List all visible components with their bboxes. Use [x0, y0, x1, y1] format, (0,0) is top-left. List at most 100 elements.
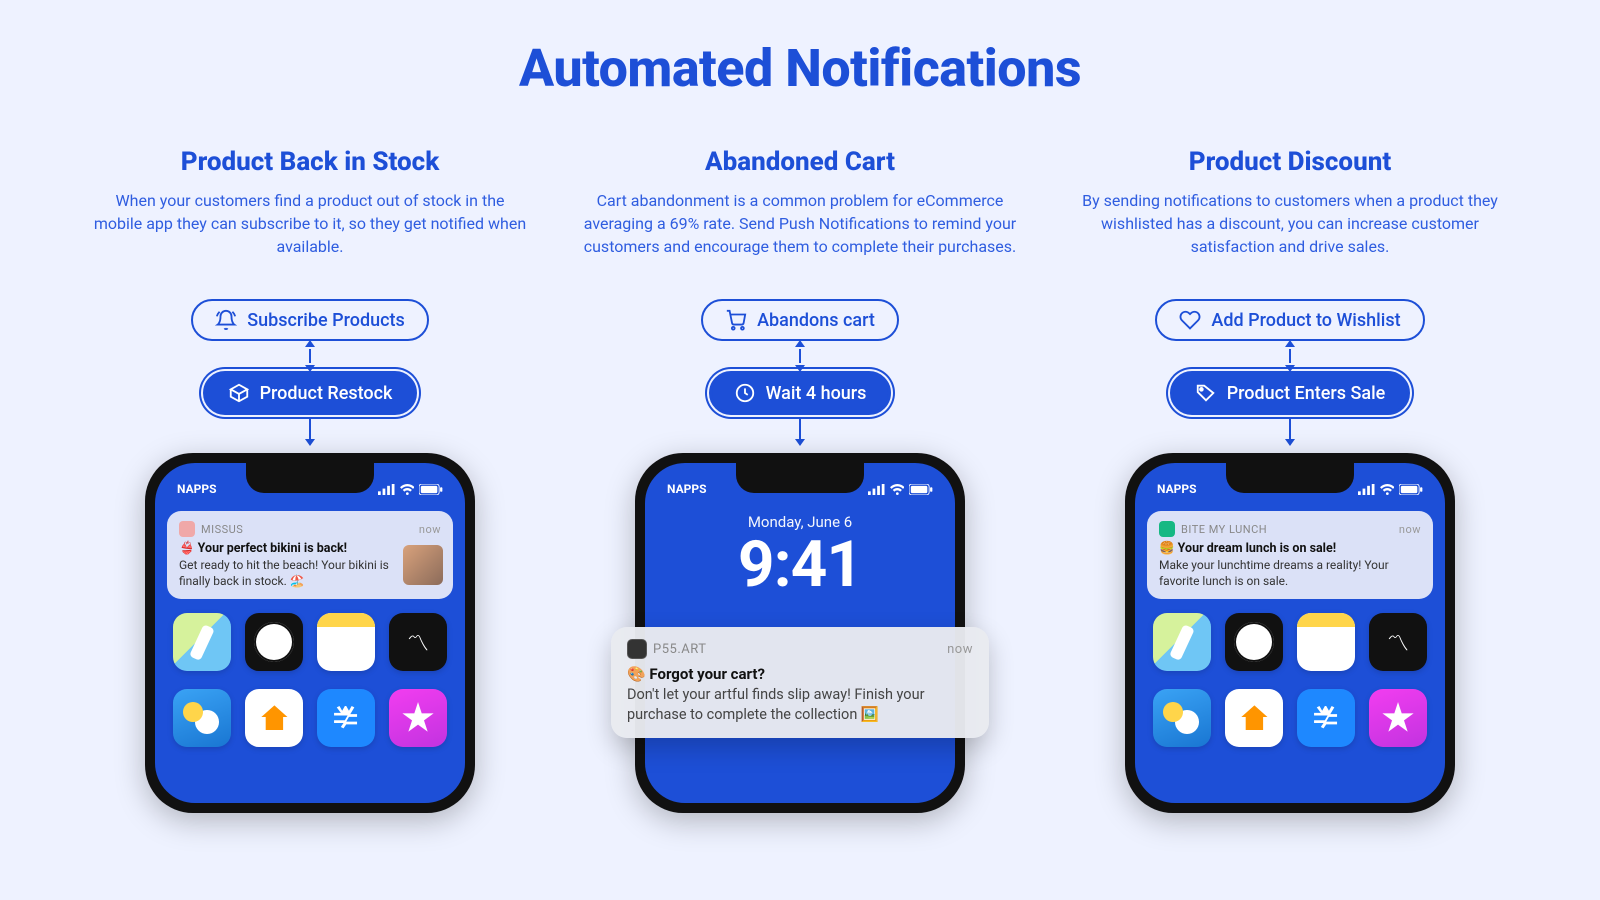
notification-thumbnail	[403, 545, 443, 585]
battery-icon	[909, 484, 933, 495]
column-title: Product Discount	[1189, 147, 1391, 177]
pill-label: Subscribe Products	[247, 310, 405, 331]
phone-wrapper: NAPPS Monday, June 6 9:41	[635, 445, 965, 813]
phone-notch	[1226, 463, 1354, 493]
wifi-icon	[400, 484, 415, 495]
notification-time: now	[419, 523, 441, 536]
pill-label: Product Restock	[260, 383, 393, 404]
signal-icon	[868, 484, 885, 495]
notification-title: 🍔 Your dream lunch is on sale!	[1159, 541, 1421, 556]
app-icon-home	[1225, 689, 1283, 747]
pill-label: Abandons cart	[757, 310, 875, 331]
notification-title: 👙 Your perfect bikini is back!	[179, 541, 441, 556]
flow-connector	[1289, 415, 1291, 445]
wifi-icon	[890, 484, 905, 495]
phone-notch	[736, 463, 864, 493]
pill-wait-4-hours: Wait 4 hours	[709, 371, 892, 415]
notification-body: Make your lunchtime dreams a reality! Yo…	[1159, 558, 1421, 589]
clock-icon	[734, 382, 756, 404]
pill-label: Wait 4 hours	[766, 383, 867, 404]
flow-connector	[309, 341, 311, 371]
notification-time: now	[1399, 523, 1421, 536]
lock-screen-time: 9:41	[657, 527, 943, 602]
app-icon-stocks: 〽	[1369, 613, 1427, 671]
column-description: When your customers find a product out o…	[90, 189, 530, 283]
flow-connector	[799, 341, 801, 371]
app-icon-clock	[1225, 613, 1283, 671]
flow-connector	[309, 415, 311, 445]
bell-icon	[215, 309, 237, 331]
notification-card: BITE MY LUNCH now 🍔 Your dream lunch is …	[1147, 511, 1433, 599]
phone-mockup: NAPPS BITE MY LUNCH now 🍔	[1125, 453, 1455, 813]
pill-abandons-cart: Abandons cart	[701, 299, 899, 341]
app-icon-weather	[1153, 689, 1211, 747]
status-indicators	[1358, 484, 1423, 495]
app-grid: 〽 ★	[167, 613, 453, 747]
signal-icon	[1358, 484, 1375, 495]
signal-icon	[378, 484, 395, 495]
app-icon-notes	[317, 613, 375, 671]
notification-title: 🎨 Forgot your cart?	[627, 665, 973, 683]
app-icon-notes	[1297, 613, 1355, 671]
notification-body: Don't let your artful finds slip away! F…	[627, 685, 973, 724]
pill-product-restock: Product Restock	[203, 371, 418, 415]
flow-diagram: Subscribe Products Product Restock NAPPS	[145, 299, 475, 813]
app-icon-clock	[245, 613, 303, 671]
tag-icon	[1195, 382, 1217, 404]
pill-label: Add Product to Wishlist	[1211, 310, 1400, 331]
notification-app-name: P55.ART	[653, 642, 706, 657]
column-title: Product Back in Stock	[181, 147, 440, 177]
carrier-label: NAPPS	[667, 482, 707, 496]
column-abandoned-cart: Abandoned Cart Cart abandonment is a com…	[575, 147, 1025, 813]
pill-label: Product Enters Sale	[1227, 383, 1386, 404]
flow-diagram: Abandons cart Wait 4 hours NAPPS	[635, 299, 965, 813]
page-title: Automated Notifications	[0, 0, 1600, 99]
app-icon-itunes: ★	[389, 689, 447, 747]
phone-screen: NAPPS MISSUS now 👙 Your p	[155, 463, 465, 803]
app-icon-stocks: 〽	[389, 613, 447, 671]
app-icon-appstore	[317, 689, 375, 747]
flow-diagram: Add Product to Wishlist Product Enters S…	[1125, 299, 1455, 813]
notification-app-icon	[1159, 521, 1175, 537]
carrier-label: NAPPS	[177, 482, 217, 496]
app-icon-weather	[173, 689, 231, 747]
phone-mockup: NAPPS MISSUS now 👙 Your p	[145, 453, 475, 813]
columns-container: Product Back in Stock When your customer…	[0, 99, 1600, 813]
notification-card-floating: P55.ART now 🎨 Forgot your cart? Don't le…	[611, 627, 989, 738]
status-indicators	[868, 484, 933, 495]
wifi-icon	[1380, 484, 1395, 495]
phone-screen: NAPPS BITE MY LUNCH now 🍔	[1135, 463, 1445, 803]
flow-connector	[799, 415, 801, 445]
app-icon-itunes: ★	[1369, 689, 1427, 747]
notification-app-icon	[627, 639, 647, 659]
phone-notch	[246, 463, 374, 493]
column-product-discount: Product Discount By sending notification…	[1065, 147, 1515, 813]
flow-connector	[1289, 341, 1291, 371]
status-indicators	[378, 484, 443, 495]
app-icon-appstore	[1297, 689, 1355, 747]
notification-body: Get ready to hit the beach! Your bikini …	[179, 558, 441, 589]
column-description: Cart abandonment is a common problem for…	[580, 189, 1020, 283]
notification-card: MISSUS now 👙 Your perfect bikini is back…	[167, 511, 453, 599]
pill-add-to-wishlist: Add Product to Wishlist	[1155, 299, 1424, 341]
battery-icon	[1399, 484, 1423, 495]
notification-time: now	[947, 642, 973, 657]
notification-app-name: BITE MY LUNCH	[1181, 523, 1267, 536]
box-icon	[228, 382, 250, 404]
notification-app-icon	[179, 521, 195, 537]
app-icon-maps	[173, 613, 231, 671]
battery-icon	[419, 484, 443, 495]
app-icon-maps	[1153, 613, 1211, 671]
app-icon-home	[245, 689, 303, 747]
cart-icon	[725, 309, 747, 331]
carrier-label: NAPPS	[1157, 482, 1197, 496]
lock-screen-date: Monday, June 6	[657, 513, 943, 531]
pill-product-enters-sale: Product Enters Sale	[1170, 371, 1411, 415]
column-description: By sending notifications to customers wh…	[1070, 189, 1510, 283]
notification-app-name: MISSUS	[201, 523, 243, 536]
pill-subscribe-products: Subscribe Products	[191, 299, 429, 341]
column-back-in-stock: Product Back in Stock When your customer…	[85, 147, 535, 813]
app-grid: 〽 ★	[1147, 613, 1433, 747]
heart-icon	[1179, 309, 1201, 331]
column-title: Abandoned Cart	[705, 147, 895, 177]
